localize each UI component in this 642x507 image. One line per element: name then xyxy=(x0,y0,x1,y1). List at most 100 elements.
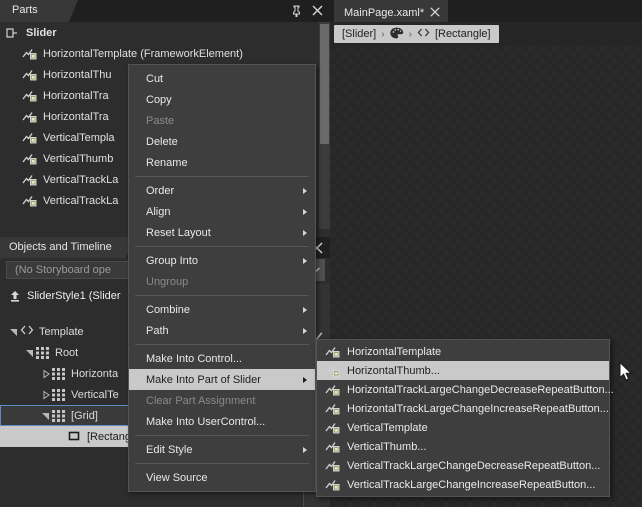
pin-icon[interactable] xyxy=(289,3,304,18)
context-menu-item-label: Rename xyxy=(146,156,188,169)
context-menu-item: Paste xyxy=(129,110,315,131)
objects-tree-row-label: [Grid] xyxy=(71,409,98,422)
document-tabstrip: MainPage.xaml* xyxy=(330,0,642,22)
context-menu-item-label: Group Into xyxy=(146,254,198,267)
tab-mainpage-xaml[interactable]: MainPage.xaml* xyxy=(334,0,449,22)
part-icon xyxy=(325,478,340,492)
grid-icon xyxy=(52,388,66,402)
context-menu-item-label: Copy xyxy=(146,93,172,106)
triangle-right-icon[interactable] xyxy=(40,390,52,400)
objects-tree-row-label: Template xyxy=(39,325,84,338)
parts-list-item-label: VerticalTrackLa xyxy=(43,173,119,186)
palette-icon[interactable] xyxy=(389,27,404,42)
grid-icon xyxy=(52,409,66,423)
grid-icon xyxy=(52,367,66,381)
mouse-cursor xyxy=(619,361,633,385)
context-menu-item[interactable]: Group Into xyxy=(129,250,315,271)
parts-list-item-label: VerticalThumb xyxy=(43,152,114,165)
submenu-arrow-icon xyxy=(303,187,307,194)
objects-tree-row-label: Root xyxy=(55,346,79,359)
context-menu-item-label: Make Into UserControl... xyxy=(146,415,266,428)
menu-separator xyxy=(135,344,309,345)
submenu-item-label: HorizontalTemplate xyxy=(347,345,442,358)
breadcrumb-bar: [Slider] › › [Rectangle] xyxy=(330,22,642,46)
tab-objects-and-timeline[interactable]: Objects and Timeline xyxy=(0,237,135,258)
submenu-arrow-icon xyxy=(303,327,307,334)
triangle-down-icon[interactable] xyxy=(24,348,36,358)
context-menu-item[interactable]: View Source xyxy=(129,467,315,488)
close-icon[interactable] xyxy=(430,6,440,20)
submenu-item[interactable]: HorizontalTemplate xyxy=(317,342,609,361)
tab-label: MainPage.xaml* xyxy=(344,7,425,19)
menu-separator xyxy=(135,463,309,464)
context-menu-item[interactable]: Cut xyxy=(129,68,315,89)
context-menu[interactable]: Cut Copy Paste Delete Rename Order Align Reset … xyxy=(128,64,316,492)
breadcrumb-item-slider[interactable]: [Slider] xyxy=(342,28,376,40)
context-menu-item[interactable]: Reset Layout xyxy=(129,222,315,243)
context-menu-item[interactable]: Combine xyxy=(129,299,315,320)
context-menu-item[interactable]: Order xyxy=(129,180,315,201)
triangle-down-icon[interactable] xyxy=(8,327,20,337)
grid-icon xyxy=(36,346,50,360)
context-menu-item[interactable]: Path xyxy=(129,320,315,341)
submenu-item[interactable]: VerticalTemplate xyxy=(317,418,609,437)
part-icon xyxy=(22,110,37,124)
context-menu-item-label: Make Into Control... xyxy=(146,352,242,365)
submenu-item[interactable]: VerticalTrackLargeChangeDecreaseRepeatBu… xyxy=(317,456,609,475)
template-icon xyxy=(20,325,34,339)
part-icon xyxy=(22,68,37,82)
tab-parts[interactable]: Parts xyxy=(0,0,78,22)
storyboard-placeholder-text: (No Storyboard ope xyxy=(15,264,111,276)
submenu-item[interactable]: VerticalTrackLargeChangeIncreaseRepeatBu… xyxy=(317,475,609,494)
breadcrumb-item-rectangle[interactable]: [Rectangle] xyxy=(435,28,491,40)
context-menu-item[interactable]: Rename xyxy=(129,152,315,173)
context-menu-item-label: Delete xyxy=(146,135,178,148)
menu-separator xyxy=(135,246,309,247)
submenu-arrow-icon xyxy=(303,446,307,453)
parts-list-item[interactable]: HorizontalTemplate (FrameworkElement) xyxy=(0,43,330,64)
context-menu-item-label: Reset Layout xyxy=(146,226,211,239)
menu-separator xyxy=(135,176,309,177)
context-menu-item-label: Order xyxy=(146,184,175,197)
part-icon xyxy=(22,194,37,208)
context-menu-item[interactable]: Edit Style xyxy=(129,439,315,460)
part-icon xyxy=(22,89,37,103)
submenu-item-label: VerticalTrackLargeChangeDecreaseRepeatBu… xyxy=(347,459,601,472)
parts-list-scrollbar[interactable] xyxy=(319,22,330,229)
scope-label: SliderStyle1 (Slider xyxy=(27,290,121,302)
menu-separator xyxy=(135,435,309,436)
submenu-arrow-icon xyxy=(303,306,307,313)
context-menu-item[interactable]: Delete xyxy=(129,131,315,152)
context-menu-item[interactable]: Copy xyxy=(129,89,315,110)
submenu-arrow-icon xyxy=(303,229,307,236)
submenu-item[interactable]: HorizontalTrackLargeChangeDecreaseRepeat… xyxy=(317,380,614,399)
code-brackets-icon xyxy=(417,28,430,40)
submenu-item[interactable]: HorizontalTrackLargeChangeIncreaseRepeat… xyxy=(317,399,609,418)
make-into-part-submenu[interactable]: HorizontalTemplate HorizontalThumb... Hori… xyxy=(316,339,614,497)
triangle-right-icon[interactable] xyxy=(40,369,52,379)
submenu-item-label: HorizontalTrackLargeChangeDecreaseRepeat… xyxy=(347,383,614,396)
parts-scrollbar-thumb[interactable] xyxy=(320,24,329,144)
chevron-right-icon: › xyxy=(408,28,412,40)
part-icon xyxy=(325,402,340,416)
breadcrumb[interactable]: [Slider] › › [Rectangle] xyxy=(334,25,499,43)
parts-panel-tabstrip: Parts xyxy=(0,0,330,22)
submenu-item[interactable]: HorizontalThumb... xyxy=(317,361,609,380)
context-menu-item[interactable]: Make Into UserControl... xyxy=(129,411,315,432)
submenu-item-label: HorizontalTrackLargeChangeIncreaseRepeat… xyxy=(347,402,609,415)
objects-tree-row-label: VerticalTe xyxy=(71,388,119,401)
return-scope-icon[interactable] xyxy=(8,289,22,303)
context-menu-item-label: Cut xyxy=(146,72,164,85)
context-menu-item[interactable]: Make Into Control... xyxy=(129,348,315,369)
context-menu-item-label: Path xyxy=(146,324,169,337)
submenu-item[interactable]: VerticalThumb... xyxy=(317,437,609,456)
close-icon[interactable] xyxy=(310,3,325,18)
context-menu-item[interactable]: Make Into Part of Slider xyxy=(129,369,315,390)
part-icon xyxy=(325,459,340,473)
submenu-item-label: VerticalTrackLargeChangeIncreaseRepeatBu… xyxy=(347,478,596,491)
context-menu-item[interactable]: Align xyxy=(129,201,315,222)
part-icon xyxy=(22,173,37,187)
submenu-item-label: HorizontalThumb... xyxy=(347,364,440,377)
triangle-down-icon[interactable] xyxy=(40,411,52,421)
parts-list-item[interactable]: Slider xyxy=(0,22,330,43)
